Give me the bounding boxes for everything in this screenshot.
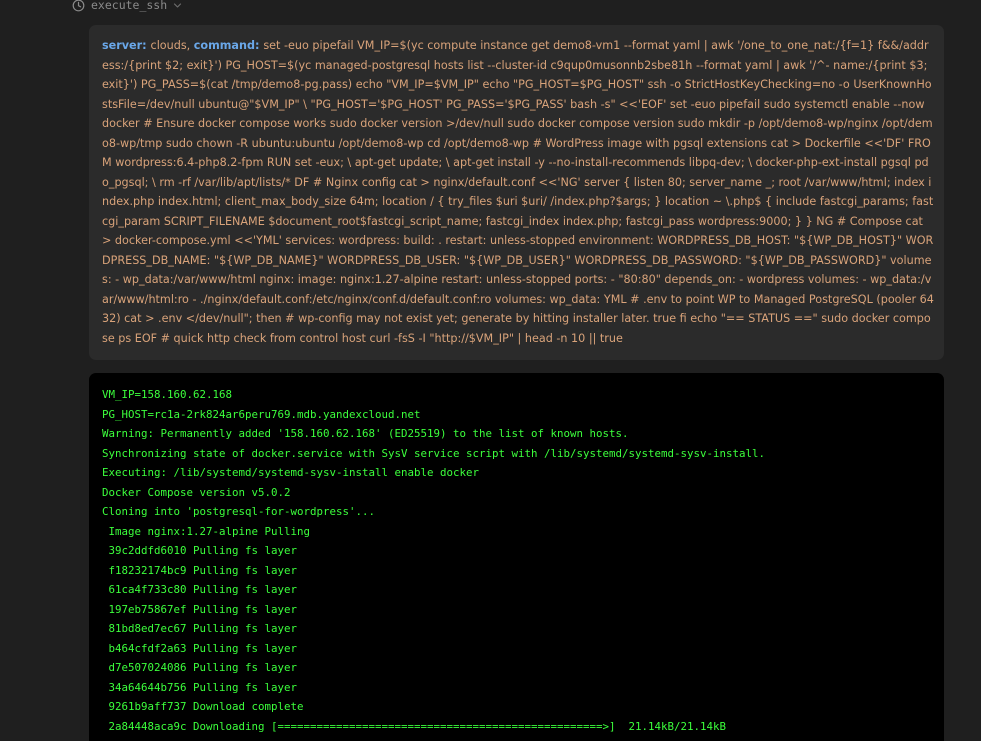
- output-line: Cloning into 'postgresql-for-wordpress'.…: [102, 505, 376, 518]
- output-line: Synchronizing state of docker.service wi…: [102, 446, 766, 460]
- output-line: VM_IP=158.160.62.168: [102, 388, 233, 401]
- tool-name: execute_ssh: [91, 0, 168, 12]
- output-line: b464cfdf2a63 Pulling fs layer: [102, 641, 298, 655]
- command-label: command: [193, 39, 255, 52]
- server-label: server: [102, 39, 143, 52]
- output-line: Docker Compose version v5.0.2: [102, 485, 291, 499]
- output-line: 34a64644b756 Pulling fs layer: [102, 680, 298, 694]
- output-line: 197eb75867ef Pulling fs layer: [102, 602, 298, 616]
- command-card: server: clouds, command: set -euo pipefa…: [89, 25, 944, 360]
- output-line: 39c2ddfd6010 Pulling fs layer: [102, 544, 298, 557]
- output-line: 9261b9aff737 Download complete: [102, 700, 304, 713]
- output-line: PG_HOST=rc1a-2rk824ar6peru769.mdb.yandex…: [102, 407, 421, 421]
- tool-call-header[interactable]: execute_ssh: [72, 0, 182, 15]
- chevron-down-icon[interactable]: [173, 1, 182, 10]
- output-line: Image nginx:1.27-alpine Pulling: [102, 524, 311, 538]
- output-line: 2a84448aca9c Downloading [==============…: [102, 719, 727, 733]
- output-line: Executing: /lib/systemd/systemd-sysv-ins…: [102, 466, 480, 479]
- clock-icon: [72, 0, 85, 12]
- output-line: d7e507024086 Pulling fs layer: [102, 661, 298, 674]
- output-line: 81bd8ed7ec67 Pulling fs layer: [102, 622, 298, 635]
- output-line: f18232174bc9 Pulling fs layer: [102, 563, 298, 577]
- terminal-output: VM_IP=158.160.62.168 PG_HOST=rc1a-2rk824…: [89, 373, 944, 741]
- command-value: set -euo pipefail VM_IP=$(yc compute ins…: [102, 39, 934, 345]
- output-line: Warning: Permanently added '158.160.62.1…: [102, 427, 629, 440]
- output-line: 61ca4f733c80 Pulling fs layer: [102, 583, 298, 596]
- command-text-block: server: clouds, command: set -euo pipefa…: [102, 39, 934, 345]
- server-value: clouds: [150, 39, 187, 52]
